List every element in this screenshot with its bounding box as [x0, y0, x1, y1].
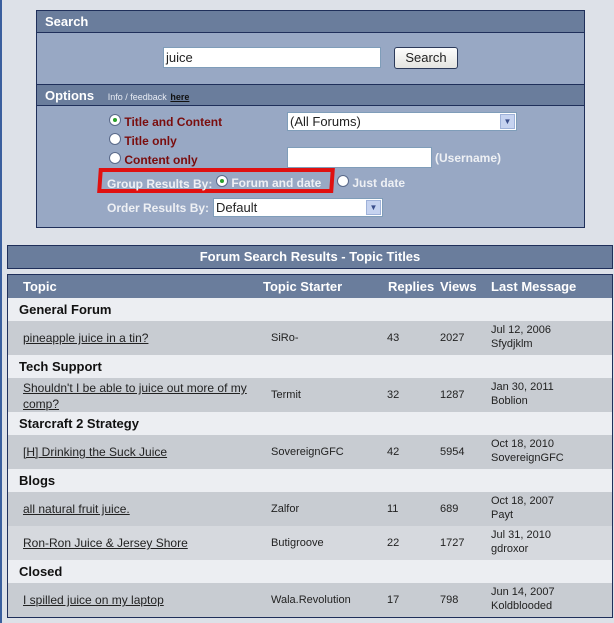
table-row: all natural fruit juice. Zalfor 11 689 O… — [8, 492, 612, 526]
topic-starter[interactable]: SiRo- — [271, 332, 299, 344]
results-title: Forum Search Results - Topic Titles — [7, 245, 613, 269]
table-header: Topic Topic Starter Replies Views Last M… — [8, 275, 612, 298]
group-header: Starcraft 2 Strategy — [8, 412, 612, 435]
group-header: General Forum — [8, 298, 612, 321]
last-message-date: Oct 18, 2010 — [491, 438, 554, 450]
last-message-user[interactable]: Boblion — [491, 395, 528, 407]
last-message-date: Jul 12, 2006 — [491, 324, 551, 336]
table-row: Ron-Ron Juice & Jersey Shore Butigroove … — [8, 526, 612, 560]
topic-starter[interactable]: Termit — [271, 389, 301, 401]
last-message-date: Jan 30, 2011 — [491, 381, 554, 393]
topic-link[interactable]: all natural fruit juice. — [23, 502, 130, 516]
group-forum-and-date[interactable]: Forum and date — [216, 175, 321, 190]
views-count: 5954 — [440, 446, 465, 458]
username-input[interactable] — [287, 147, 432, 168]
table-row: Shouldn't I be able to juice out more of… — [8, 378, 612, 412]
last-message-date: Oct 18, 2007 — [491, 495, 554, 507]
radio-icon[interactable] — [337, 175, 349, 187]
radio-icon[interactable] — [109, 114, 121, 126]
topic-link[interactable]: [H] Drinking the Suck Juice — [23, 445, 167, 459]
col-topic[interactable]: Topic — [23, 279, 57, 294]
topic-starter[interactable]: SovereignGFC — [271, 446, 344, 458]
last-message-user[interactable]: Koldblooded — [491, 600, 552, 612]
scope-title-content[interactable]: Title and Content — [109, 114, 222, 129]
col-replies[interactable]: Replies — [388, 279, 434, 294]
group-header: Blogs — [8, 469, 612, 492]
views-count: 1727 — [440, 537, 465, 549]
group-label: Group Results By: — [107, 177, 213, 191]
replies-count: 22 — [387, 537, 400, 549]
scope-label: Title and Content — [124, 115, 223, 129]
group-header: Closed — [8, 560, 612, 583]
feedback-link[interactable]: here — [170, 92, 189, 102]
results-table: Topic Topic Starter Replies Views Last M… — [7, 274, 613, 618]
options-header: Options Info / feedback here — [37, 84, 584, 106]
topic-link[interactable]: I spilled juice on my laptop — [23, 593, 164, 607]
replies-count: 43 — [387, 332, 400, 344]
group-option-label: Just date — [352, 176, 406, 190]
order-select[interactable]: Default ▼ — [213, 198, 383, 217]
replies-count: 17 — [387, 594, 400, 606]
table-row: [H] Drinking the Suck Juice SovereignGFC… — [8, 435, 612, 469]
order-label: Order Results By: — [107, 201, 210, 215]
scope-label: Title only — [124, 134, 177, 148]
topic-starter[interactable]: Zalfor — [271, 503, 299, 515]
group-option-label: Forum and date — [231, 176, 322, 190]
last-message-user[interactable]: Payt — [491, 509, 513, 521]
col-views[interactable]: Views — [440, 279, 477, 294]
last-message-date: Jul 31, 2010 — [491, 529, 551, 541]
views-count: 1287 — [440, 389, 465, 401]
search-input[interactable]: juice — [163, 47, 381, 68]
replies-count: 42 — [387, 446, 400, 458]
search-panel: Search juice Search Options Info / feedb… — [36, 10, 585, 228]
topic-starter[interactable]: Wala.Revolution — [271, 594, 351, 606]
scope-label: Content only — [124, 153, 198, 167]
radio-icon[interactable] — [216, 175, 228, 187]
scope-title-only[interactable]: Title only — [109, 133, 177, 148]
forum-select[interactable]: (All Forums) ▼ — [287, 112, 517, 131]
radio-icon[interactable] — [109, 152, 121, 164]
forum-select-value: (All Forums) — [290, 114, 361, 129]
table-row: pineapple juice in a tin? SiRo- 43 2027 … — [8, 321, 612, 355]
views-count: 689 — [440, 503, 459, 515]
last-message-user[interactable]: Sfydjklm — [491, 338, 533, 350]
order-select-value: Default — [216, 200, 258, 215]
search-button[interactable]: Search — [394, 47, 458, 69]
col-last-message[interactable]: Last Message — [491, 279, 576, 294]
topic-link[interactable]: pineapple juice in a tin? — [23, 331, 148, 345]
topic-link[interactable]: Shouldn't I be able to juice out more of… — [23, 381, 247, 411]
radio-icon[interactable] — [109, 133, 121, 145]
last-message-date: Jun 14, 2007 — [491, 586, 555, 598]
group-header: Tech Support — [8, 355, 612, 378]
last-message-user[interactable]: SovereignGFC — [491, 452, 564, 464]
search-header: Search — [37, 11, 584, 33]
last-message-user[interactable]: gdroxor — [491, 543, 528, 555]
info-text: Info / feedback — [107, 92, 167, 102]
scope-content-only[interactable]: Content only — [109, 152, 198, 167]
search-row: juice Search — [37, 33, 584, 84]
table-row: I spilled juice on my laptop Wala.Revolu… — [8, 583, 612, 617]
replies-count: 32 — [387, 389, 400, 401]
group-just-date[interactable]: Just date — [337, 175, 405, 190]
replies-count: 11 — [387, 503, 399, 515]
table-body: General Forum pineapple juice in a tin? S… — [8, 298, 612, 617]
views-count: 2027 — [440, 332, 465, 344]
views-count: 798 — [440, 594, 459, 606]
chevron-down-icon[interactable]: ▼ — [500, 114, 515, 129]
topic-link[interactable]: Ron-Ron Juice & Jersey Shore — [23, 536, 188, 550]
topic-starter[interactable]: Butigroove — [271, 537, 324, 549]
options-title: Options — [45, 88, 95, 103]
chevron-down-icon[interactable]: ▼ — [366, 200, 381, 215]
username-label: (Username) — [435, 151, 502, 165]
col-starter[interactable]: Topic Starter — [263, 279, 342, 294]
